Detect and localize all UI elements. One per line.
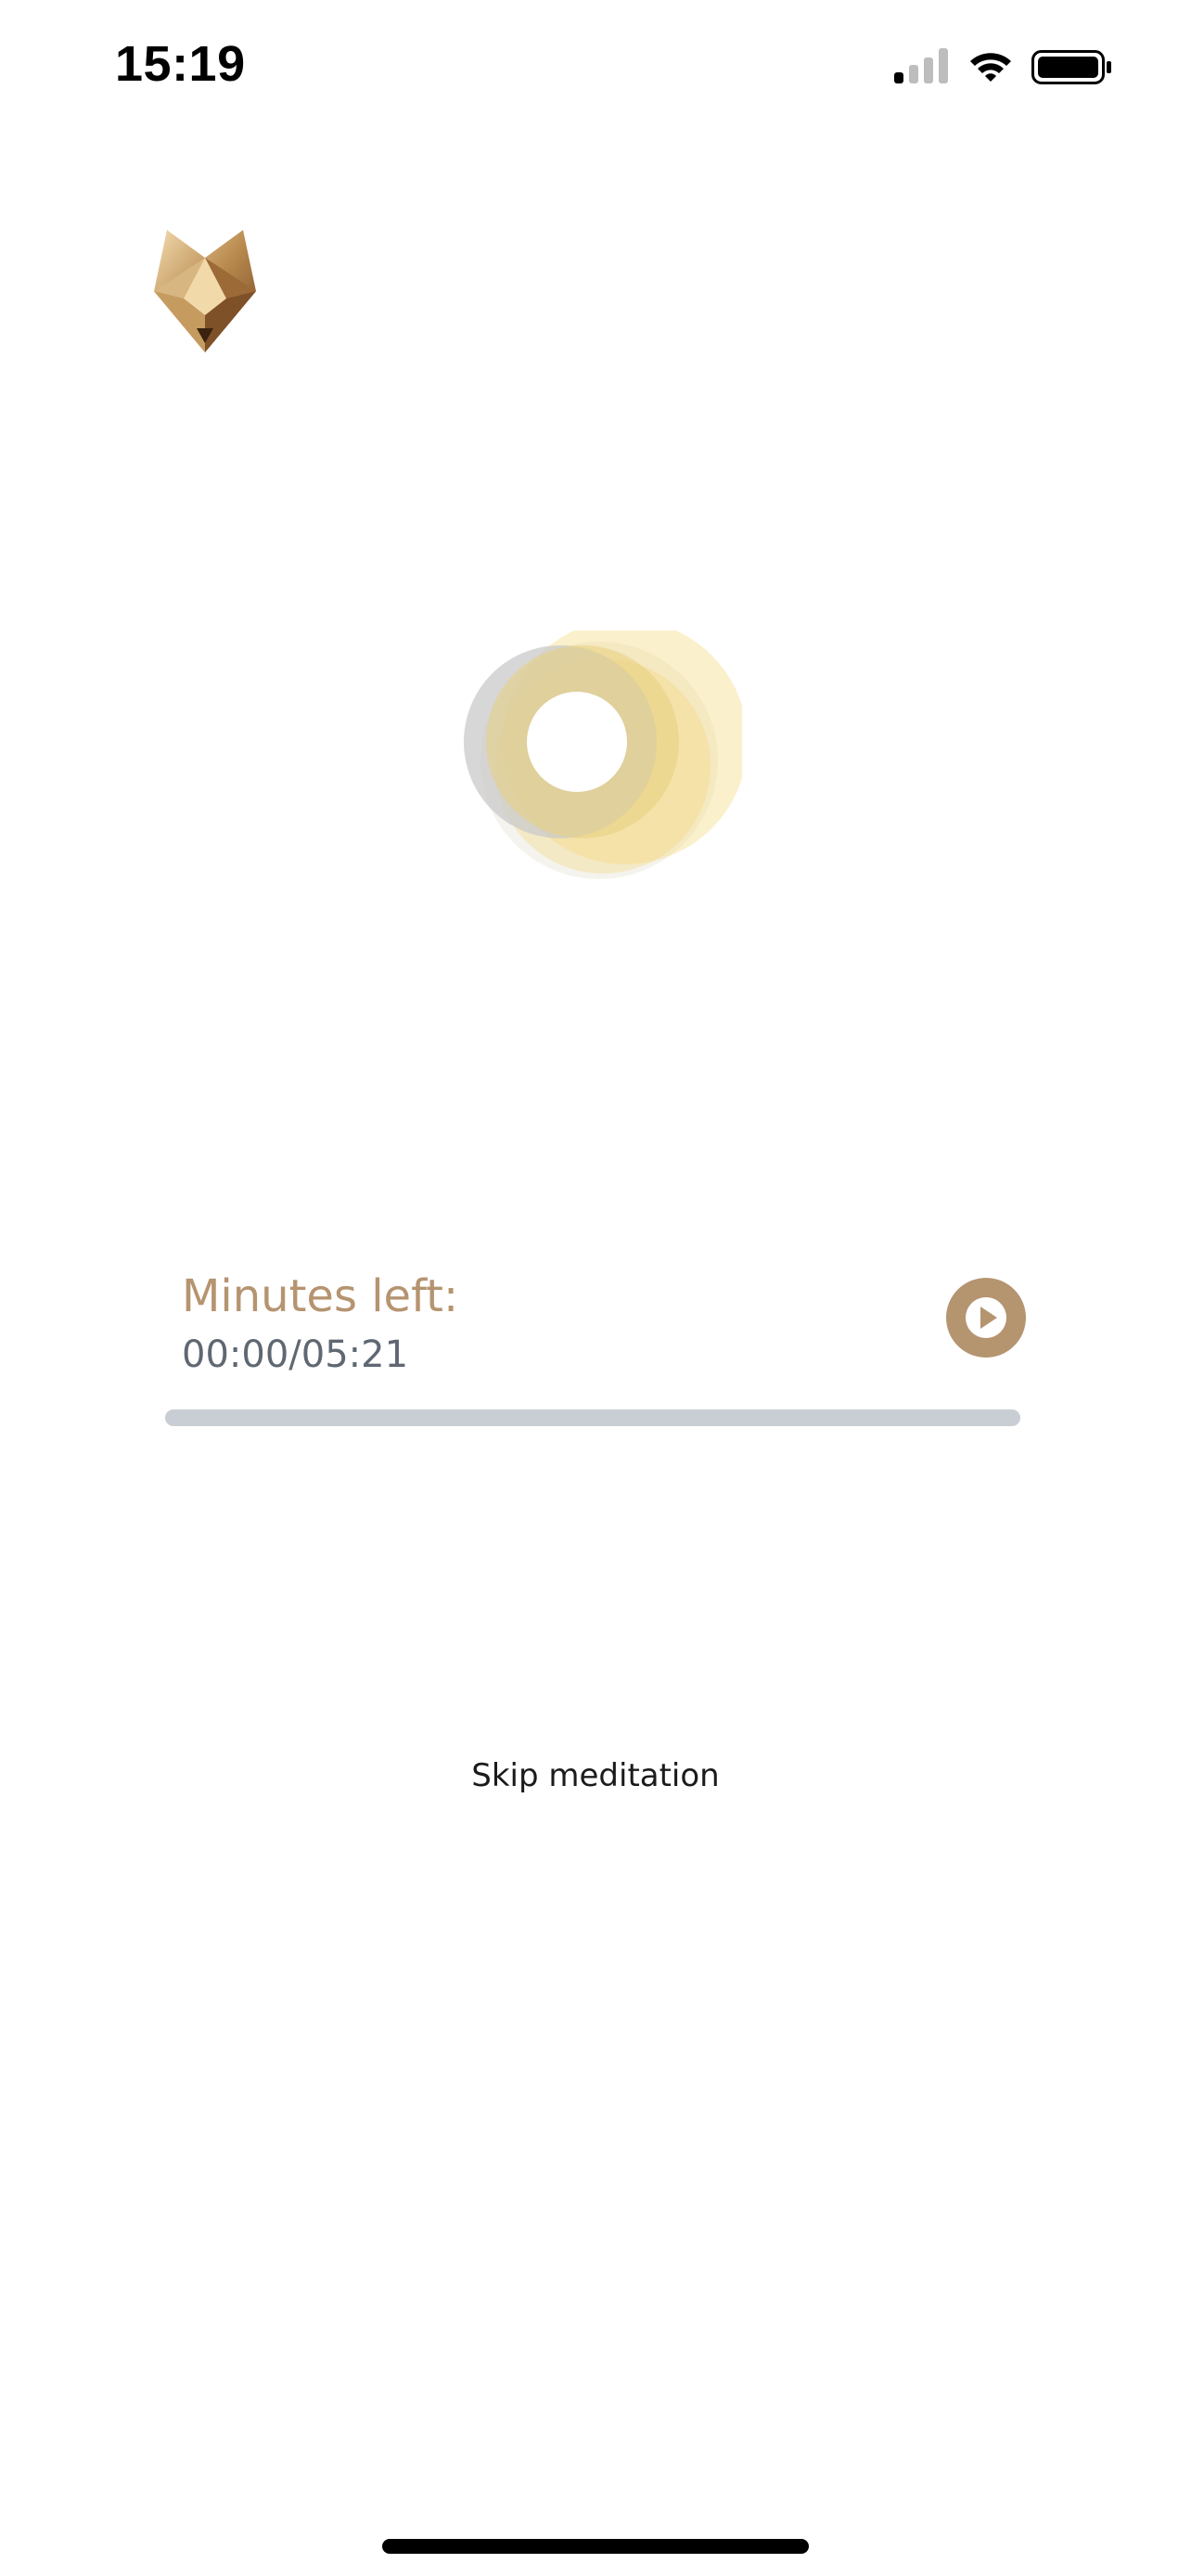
minutes-left-label: Minutes left: xyxy=(182,1270,459,1322)
play-icon xyxy=(966,1297,1006,1338)
progress-bar[interactable] xyxy=(165,1409,1020,1426)
breathing-animation xyxy=(464,619,748,881)
audio-player: Minutes left: 00:00/05:21 xyxy=(165,1270,1026,1437)
battery-icon xyxy=(1031,50,1111,84)
home-indicator xyxy=(382,2539,809,2554)
wifi-icon xyxy=(970,53,1011,82)
time-readout: 00:00/05:21 xyxy=(182,1333,409,1376)
play-button[interactable] xyxy=(946,1278,1026,1358)
cellular-signal-icon xyxy=(894,48,948,83)
status-time: 15:19 xyxy=(115,36,246,92)
status-bar: 15:19 xyxy=(0,0,1191,139)
status-icons xyxy=(894,46,1117,89)
fox-logo-icon xyxy=(147,226,263,356)
skip-meditation-button[interactable]: Skip meditation xyxy=(0,1757,1191,1794)
